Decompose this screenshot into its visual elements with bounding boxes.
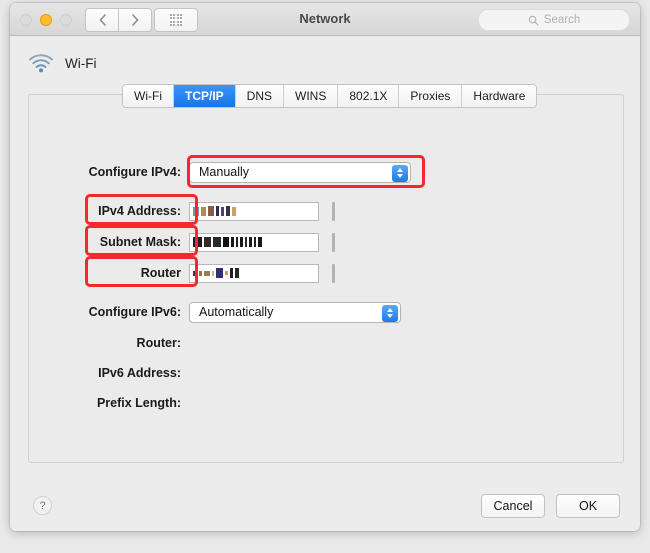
router-ipv4-input[interactable] [189, 263, 319, 283]
window-body: Wi-Fi Wi-Fi TCP/IP DNS WINS 802.1X Proxi… [10, 36, 640, 531]
subnet-mask-row: Subnet Mask: [79, 231, 335, 253]
ok-button[interactable]: OK [556, 494, 620, 518]
redacted-value [193, 206, 236, 217]
field-divider [332, 263, 335, 283]
chevron-updown-icon [382, 304, 398, 322]
ipv6-address-row: IPv6 Address: [79, 362, 189, 384]
ipv4-address-input[interactable] [189, 201, 319, 221]
configure-ipv4-label: Configure IPv4: [88, 165, 181, 179]
ipv4-address-label: IPv4 Address: [98, 204, 181, 218]
tab-tcpip[interactable]: TCP/IP [173, 85, 236, 107]
field-divider [332, 232, 335, 252]
prefix-length-row: Prefix Length: [79, 392, 189, 414]
configure-ipv4-row: Configure IPv4: Manually [79, 161, 411, 183]
tab-proxies[interactable]: Proxies [399, 85, 463, 107]
tab-wins[interactable]: WINS [284, 85, 339, 107]
router-ipv4-label: Router [140, 266, 181, 280]
ipv6-address-label: IPv6 Address: [98, 366, 181, 380]
prefix-length-label: Prefix Length: [96, 396, 181, 410]
configure-ipv6-label: Configure IPv6: [88, 305, 181, 319]
help-button[interactable]: ? [33, 496, 52, 515]
search-input[interactable]: Search [478, 9, 630, 31]
network-preferences-window: Network Search Wi-Fi Wi-Fi TCP/IP DNS WI… [10, 3, 640, 531]
router-ipv6-row: Router: [79, 332, 189, 354]
search-icon [528, 15, 539, 25]
tab-wifi[interactable]: Wi-Fi [123, 85, 174, 107]
field-divider [332, 201, 335, 221]
configure-ipv6-value: Automatically [199, 305, 274, 319]
cancel-button[interactable]: Cancel [481, 494, 545, 518]
configure-ipv4-dropdown[interactable]: Manually [189, 161, 411, 183]
configure-ipv4-value: Manually [199, 165, 250, 179]
tab-dns[interactable]: DNS [235, 85, 284, 107]
router-ipv4-row: Router [79, 262, 335, 284]
settings-tab-bar: Wi-Fi TCP/IP DNS WINS 802.1X Proxies Har… [122, 84, 538, 108]
service-header: Wi-Fi [28, 53, 96, 73]
tcpip-settings-panel: Wi-Fi TCP/IP DNS WINS 802.1X Proxies Har… [28, 84, 624, 463]
router-ipv6-label: Router: [136, 336, 181, 350]
configure-ipv6-dropdown[interactable]: Automatically [189, 301, 401, 323]
search-placeholder: Search [543, 14, 581, 26]
window-title-bar: Network Search [10, 3, 640, 36]
redacted-value [193, 268, 239, 279]
chevron-updown-icon [392, 164, 408, 182]
subnet-mask-input[interactable] [189, 232, 319, 252]
redacted-value [193, 237, 262, 248]
tab-hardware[interactable]: Hardware [462, 85, 537, 107]
tab-8021x[interactable]: 802.1X [338, 85, 400, 107]
configure-ipv6-row: Configure IPv6: Automatically [79, 301, 401, 323]
subnet-mask-label: Subnet Mask: [99, 235, 181, 249]
ipv4-address-row: IPv4 Address: [79, 200, 335, 222]
service-name: Wi-Fi [65, 55, 97, 71]
wifi-icon [29, 54, 53, 73]
